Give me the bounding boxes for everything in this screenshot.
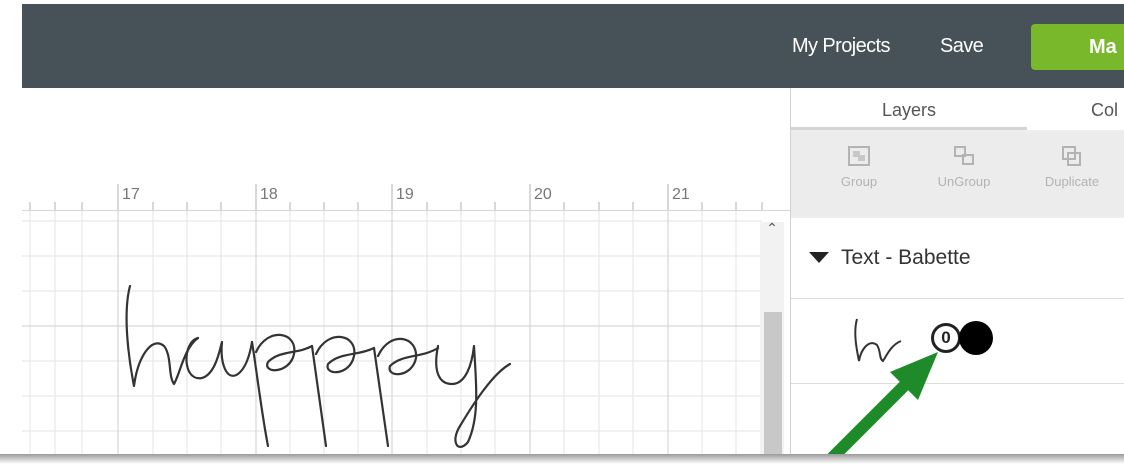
scrollbar-thumb[interactable] — [764, 312, 782, 454]
my-projects-link[interactable]: My Projects — [792, 4, 890, 88]
horizontal-ruler: 17 18 19 20 21 — [22, 184, 790, 211]
make-it-button[interactable]: Ma — [1031, 24, 1124, 70]
layer-toolbar: Group UnGroup Duplicate — [791, 132, 1124, 216]
save-link[interactable]: Save — [940, 4, 984, 88]
ruler-label: 21 — [672, 186, 690, 203]
layer-group-header[interactable]: Text - Babette — [791, 218, 1124, 299]
ungroup-icon — [954, 146, 974, 165]
ruler-label: 19 — [396, 186, 414, 203]
duplicate-icon — [1062, 146, 1081, 166]
chevron-up-icon[interactable]: ⌃ — [763, 220, 781, 238]
duplicate-button[interactable]: Duplicate — [1027, 144, 1117, 189]
ungroup-button[interactable]: UnGroup — [919, 144, 1009, 189]
tab-layers[interactable]: Layers — [791, 88, 1027, 130]
app-window: My Projects Save Ma 17 18 19 20 21 ⌃ Lay… — [0, 0, 1124, 464]
design-canvas[interactable]: 17 18 19 20 21 ⌃ — [22, 88, 790, 454]
group-label: Group — [840, 174, 878, 189]
group-icon — [848, 146, 870, 166]
group-button[interactable]: Group — [814, 144, 904, 189]
ungroup-label: UnGroup — [937, 174, 991, 189]
panel-tabs: Layers Col — [791, 88, 1124, 130]
tab-color-sync[interactable]: Col — [1091, 88, 1118, 130]
happy-text-design[interactable] — [112, 266, 672, 454]
layer-color-swatch[interactable] — [959, 321, 993, 355]
ruler-label: 18 — [260, 186, 278, 203]
top-bar: My Projects Save Ma — [22, 4, 1124, 88]
ruler-label: 17 — [122, 186, 140, 203]
visibility-toggle-icon[interactable]: 0 — [931, 323, 961, 353]
visibility-indicator: 0 — [941, 328, 951, 347]
canvas-vertical-scrollbar[interactable]: ⌃ — [760, 220, 784, 454]
ruler-label: 20 — [534, 186, 552, 203]
green-arrow-annotation — [821, 352, 938, 464]
duplicate-label: Duplicate — [1044, 174, 1100, 189]
layer-group-title: Text - Babette — [841, 246, 971, 269]
caret-down-icon[interactable] — [809, 252, 829, 263]
